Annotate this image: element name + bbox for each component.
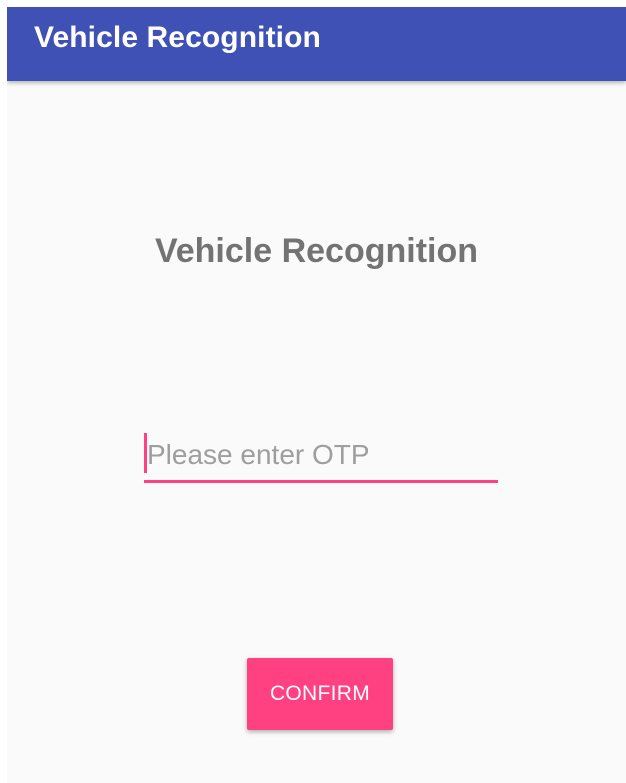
page-title: Vehicle Recognition <box>154 232 479 270</box>
otp-field[interactable] <box>144 432 498 483</box>
app-screen: Vehicle Recognition Vehicle Recognition … <box>7 7 626 783</box>
app-bar-title: Vehicle Recognition <box>34 21 321 54</box>
otp-input[interactable] <box>144 432 498 478</box>
confirm-button[interactable]: CONFIRM <box>247 658 393 730</box>
app-bar: Vehicle Recognition <box>7 7 626 81</box>
